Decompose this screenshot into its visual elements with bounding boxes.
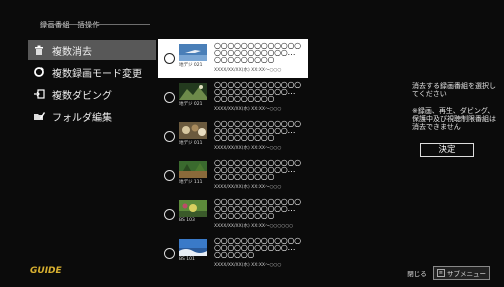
recording-item[interactable]: 地デジ 021 ○○○○○○○○○○○○○○○○○○○○○○○○… ○○○○○○… xyxy=(158,78,308,117)
close-button[interactable]: 閉じる xyxy=(407,268,427,278)
channel-label: 地デジ 111 xyxy=(179,180,203,185)
submenu-icon: ≡ xyxy=(436,269,445,277)
menu-item-multiple-dubbing[interactable]: 複数ダビング xyxy=(28,84,156,104)
recording-item[interactable]: 地デジ 021 ○○○○○○○○○○○○○○○○○○○○○○○○… ○○○○○○… xyxy=(158,39,308,78)
program-subtitle: ○○○○○○○○○ xyxy=(214,133,275,142)
header: 録画番組一括操作 xyxy=(40,12,150,30)
program-subtitle: ○○○○○○○○○ xyxy=(214,94,275,103)
recording-item[interactable]: 地デジ 111 ○○○○○○○○○○○○○○○○○○○○○○○○… ○○○○○○… xyxy=(158,156,308,195)
instruction-text: 消去する録画番組を選択してください xyxy=(412,82,496,98)
program-thumbnail xyxy=(179,239,207,256)
menu-item-multiple-delete[interactable]: 複数消去 xyxy=(28,40,156,60)
menu-item-label: フォルダ編集 xyxy=(52,112,112,124)
guide-logo: GUIDE xyxy=(30,266,62,276)
recording-item[interactable]: 地デジ 011 ○○○○○○○○○○○○○○○○○○○○○○○○… ○○○○○○… xyxy=(158,117,308,156)
operation-menu: 複数消去 複数録画モード変更 複数ダビング フォルダ編集 xyxy=(28,40,156,128)
recorded-programs-batch-panel: 録画番組一括操作 複数消去 複数録画モード変更 複数ダビング フォルダ編集 地デ… xyxy=(0,0,504,287)
recording-datetime: XXXX/XX/XX(水) XX:XX～○○○ xyxy=(214,107,282,112)
decide-button[interactable]: 決定 xyxy=(420,143,474,157)
folder-edit-icon xyxy=(32,109,46,123)
recording-datetime: XXXX/XX/XX(水) XX:XX～○○○ xyxy=(214,68,282,73)
program-thumbnail xyxy=(179,161,207,178)
footer-controls: 閉じる ≡ サブメニュー xyxy=(407,266,490,280)
refresh-icon xyxy=(32,65,46,79)
select-radio[interactable] xyxy=(164,248,175,259)
program-thumbnail xyxy=(179,200,207,217)
program-title: ○○○○○○○○○○○○○○○○○○○○○○○○… xyxy=(214,236,301,252)
recording-datetime: XXXX/XX/XX(水) XX:XX～○○○ xyxy=(214,146,282,151)
recording-item[interactable]: BS 103 ○○○○○○○○○○○○○○○○○○○○○○○○… ○○○○○○○… xyxy=(158,195,308,234)
program-title: ○○○○○○○○○○○○○○○○○○○○○○○○… xyxy=(214,197,301,213)
program-title: ○○○○○○○○○○○○○○○○○○○○○○○○… xyxy=(214,80,301,96)
submenu-button[interactable]: ≡ サブメニュー xyxy=(432,266,490,280)
menu-item-folder-edit[interactable]: フォルダ編集 xyxy=(28,106,156,126)
program-subtitle: ○○○○○○○○○ xyxy=(214,55,275,64)
header-divider xyxy=(40,24,150,25)
channel-label: 地デジ 021 xyxy=(179,63,203,68)
menu-item-multiple-mode-change[interactable]: 複数録画モード変更 xyxy=(28,62,156,82)
recording-list: 地デジ 021 ○○○○○○○○○○○○○○○○○○○○○○○○… ○○○○○○… xyxy=(158,39,308,273)
select-radio[interactable] xyxy=(164,209,175,220)
submenu-label: サブメニュー xyxy=(447,270,486,278)
program-thumbnail xyxy=(179,122,207,139)
trash-icon xyxy=(32,43,46,57)
channel-label: BS 103 xyxy=(179,218,195,223)
channel-label: BS 101 xyxy=(179,257,195,262)
instruction-panel: 消去する録画番組を選択してください ※録画、再生、ダビング、保護中及び視聴制限番… xyxy=(412,82,498,140)
channel-label: 地デジ 011 xyxy=(179,141,203,146)
select-radio[interactable] xyxy=(164,131,175,142)
menu-item-label: 複数ダビング xyxy=(52,90,112,102)
recording-datetime: XXXX/XX/XX(水) XX:XX～○○○ xyxy=(214,263,282,268)
notice-text: ※録画、再生、ダビング、保護中及び視聴制限番組は消去できません xyxy=(412,107,496,131)
select-radio[interactable] xyxy=(164,170,175,181)
program-thumbnail xyxy=(179,44,207,61)
select-radio[interactable] xyxy=(164,92,175,103)
program-subtitle: ○○○○○○○○○ xyxy=(214,211,275,220)
dubbing-icon xyxy=(32,87,46,101)
page-title: 録画番組一括操作 xyxy=(40,21,100,29)
channel-label: 地デジ 021 xyxy=(179,102,203,107)
program-title: ○○○○○○○○○○○○○○○○○○○○○○○○… xyxy=(214,41,301,57)
program-title: ○○○○○○○○○○○○○○○○○○○○○○○○… xyxy=(214,158,301,174)
menu-item-label: 複数消去 xyxy=(52,46,92,58)
program-subtitle: ○○○○○○ xyxy=(214,250,255,259)
program-title: ○○○○○○○○○○○○○○○○○○○○○○○○… xyxy=(214,119,301,135)
program-thumbnail xyxy=(179,83,207,100)
menu-item-label: 複数録画モード変更 xyxy=(52,68,142,80)
recording-datetime: XXXX/XX/XX(水) XX:XX～○○○○○○ xyxy=(214,224,294,229)
recording-item[interactable]: BS 101 ○○○○○○○○○○○○○○○○○○○○○○○○… ○○○○○○ … xyxy=(158,234,308,273)
select-radio[interactable] xyxy=(164,53,175,64)
recording-datetime: XXXX/XX/XX(水) XX:XX～○○○ xyxy=(214,185,282,190)
program-subtitle: ○○○○○○○○○ xyxy=(214,172,275,181)
